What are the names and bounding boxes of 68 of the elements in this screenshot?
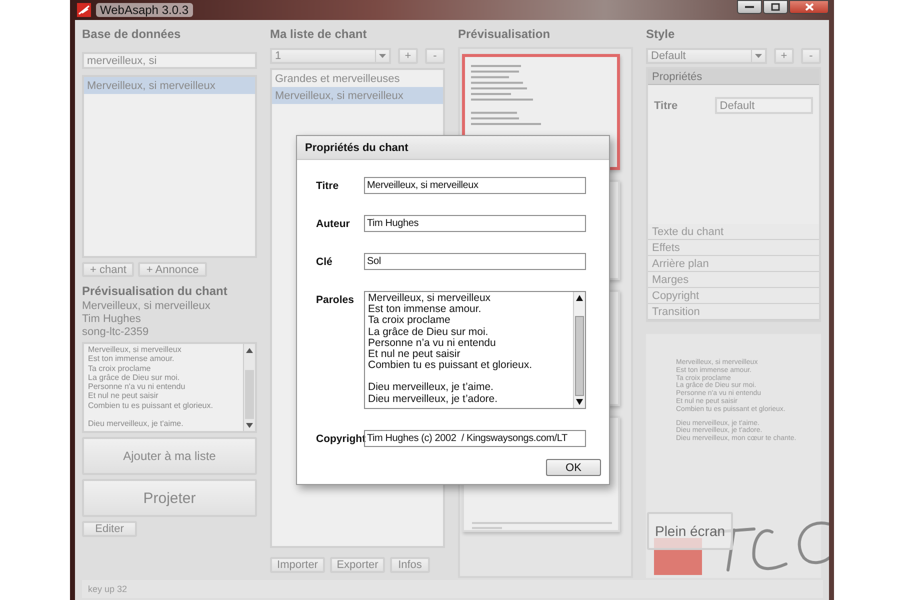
- input-field[interactable]: Merveilleux, si merveilleux: [364, 177, 586, 194]
- field-label: Auteur: [316, 216, 351, 232]
- field-label: Paroles: [316, 292, 355, 308]
- title-field[interactable]: Default: [714, 97, 813, 114]
- song-author: Tim Hughes: [82, 312, 142, 325]
- input-field[interactable]: Sol: [364, 253, 586, 270]
- lyrics-line: Ta croix proclame: [88, 364, 152, 373]
- fullscreen-button[interactable]: Plein écran: [647, 512, 733, 550]
- lyrics-line: La grâce de Dieu sur moi.: [368, 326, 490, 338]
- input-field[interactable]: Tim Hughes: [364, 215, 586, 232]
- add-to-list-button[interactable]: Ajouter à ma liste: [82, 437, 257, 475]
- lyrics-line: Personne n'a vu ni entendu: [88, 382, 186, 392]
- toolbar-button[interactable]: Exporter: [330, 557, 385, 573]
- accordion-header[interactable]: Arrière plan: [648, 256, 819, 272]
- window-title: WebAsaph 3.0.3: [96, 3, 193, 17]
- lyrics-line: Merveilleux, si merveilleux: [368, 293, 492, 304]
- search-field[interactable]: merveilleux, si: [82, 52, 257, 69]
- section-heading: Prévisualisation du chant: [82, 282, 228, 299]
- remove-button[interactable]: -: [801, 48, 821, 64]
- field-label: Clé: [316, 254, 334, 270]
- list-item[interactable]: Merveilleux, si merveilleux: [272, 87, 443, 104]
- section-heading: Prévisualisation: [458, 26, 552, 43]
- lyrics-line: Est ton immense amour.: [88, 354, 176, 364]
- section-heading: Base de données: [82, 26, 182, 43]
- accordion-header[interactable]: Effets: [648, 240, 819, 256]
- list-item[interactable]: Grandes et merveilleuses: [272, 70, 443, 87]
- lyrics-line: Merveilleux, si merveilleux: [88, 345, 182, 354]
- lyrics-line: Combien tu es puissant et glorieux.: [88, 400, 214, 410]
- edit-button[interactable]: Editer: [82, 521, 137, 537]
- lyrics-line: Dieu merveilleux, je t'aime.: [88, 419, 184, 428]
- add-button[interactable]: +: [398, 48, 418, 64]
- input-field[interactable]: Tim Hughes (c) 2002 / Kingswaysongs.com/LT: [364, 430, 586, 447]
- dialog-title: Propriétés du chant: [297, 136, 609, 160]
- lyrics-line: Personne n’a vu ni entendu: [368, 338, 497, 349]
- lyrics-line: Et nul ne peut saisir: [88, 391, 160, 401]
- list-item[interactable]: Merveilleux, si merveilleux: [84, 77, 255, 94]
- ok-button[interactable]: OK: [546, 459, 601, 476]
- song-reference: song-ltc-2359: [82, 325, 150, 338]
- lyrics-line: Combien tu es puissant et glorieux.: [368, 360, 534, 372]
- toolbar-button[interactable]: Importer: [270, 557, 325, 573]
- list-dropdown-value: 1: [275, 50, 282, 62]
- style-dropdown-value: Default: [651, 50, 686, 62]
- song-title: Merveilleux, si merveilleux: [82, 299, 212, 312]
- add-button[interactable]: + chant: [82, 262, 134, 277]
- accordion-header[interactable]: Texte du chant: [648, 224, 819, 240]
- lyrics-line: Et nul ne peut saisir: [368, 349, 460, 360]
- lyrics-line: La grâce de Dieu sur moi.: [88, 372, 181, 382]
- accordion-header[interactable]: Copyright: [648, 288, 819, 304]
- accordion-header[interactable]: Marges: [648, 272, 819, 288]
- project-button[interactable]: Projeter: [82, 479, 257, 517]
- add-button[interactable]: +: [774, 48, 794, 64]
- accordion-header[interactable]: Transition: [648, 304, 819, 320]
- field-label: Titre: [654, 98, 679, 114]
- toolbar-button[interactable]: Infos: [390, 557, 430, 573]
- accordion-header[interactable]: Propriétés: [648, 69, 819, 85]
- lyrics-line: Est ton immense amour.: [368, 304, 482, 316]
- lyrics-line: Ta croix proclame: [368, 315, 452, 327]
- status-bar: key up 32: [82, 580, 823, 598]
- remove-button[interactable]: -: [425, 48, 445, 64]
- lyrics-line: Dieu merveilleux, je t’aime.: [368, 382, 494, 394]
- add-button[interactable]: + Annonce: [138, 262, 207, 277]
- section-heading: Ma liste de chant: [270, 26, 368, 43]
- field-label: Copyright: [316, 432, 364, 446]
- lyrics-line: Dieu merveilleux, je t’adore.: [368, 394, 499, 405]
- field-label: Titre: [316, 178, 340, 194]
- section-heading: Style: [646, 26, 676, 43]
- style-dropdown[interactable]: Default: [646, 48, 767, 64]
- list-dropdown[interactable]: 1: [270, 48, 391, 64]
